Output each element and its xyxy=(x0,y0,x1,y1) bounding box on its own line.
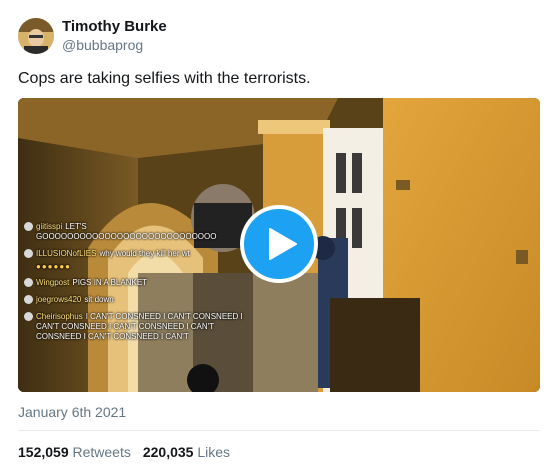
chat-avatar-icon xyxy=(24,312,33,321)
chat-message: ILLUSIONofLIES why would they kill her wt xyxy=(24,249,256,259)
chat-text: PIGS IN A BLANKET xyxy=(72,278,148,287)
chat-text: why would they kill her wt xyxy=(99,249,190,258)
chat-text: sit down xyxy=(84,295,114,304)
tweet-stats: 152,059 Retweets 220,035 Likes xyxy=(18,444,242,460)
chat-message: joegrows420 sit down xyxy=(24,295,256,305)
retweets-label: Retweets xyxy=(72,444,131,460)
play-icon xyxy=(269,228,297,260)
chat-text: LET'S GOOOOOOOOOOOOOOOOOOOOOOOOOOOO xyxy=(36,222,217,241)
author-name[interactable]: Timothy Burke xyxy=(62,18,167,36)
tweet-text: Cops are taking selfies with the terrori… xyxy=(18,70,311,87)
chat-message: giitisspi LET'S GOOOOOOOOOOOOOOOOOOOOOOOO… xyxy=(24,222,256,242)
chat-username: ILLUSIONofLIES xyxy=(36,249,97,258)
likes-stat[interactable]: 220,035 Likes xyxy=(143,444,230,460)
chat-username: Wingpost xyxy=(36,278,70,287)
video-player[interactable]: giitisspi LET'S GOOOOOOOOOOOOOOOOOOOOOOOO… xyxy=(18,98,540,392)
tweet-card: Timothy Burke @bubbaprog Cops are taking… xyxy=(0,0,558,473)
play-button[interactable] xyxy=(240,205,318,283)
retweets-count: 152,059 xyxy=(18,444,73,460)
chat-username: giitisspi xyxy=(36,222,63,231)
chat-avatar-icon xyxy=(24,295,33,304)
chat-username: joegrows420 xyxy=(36,295,82,304)
stream-chat-overlay: giitisspi LET'S GOOOOOOOOOOOOOOOOOOOOOOOO… xyxy=(24,222,256,349)
tweet-date[interactable]: January 6th 2021 xyxy=(18,404,126,420)
chat-message: Wingpost PIGS IN A BLANKET xyxy=(24,278,256,288)
divider xyxy=(18,430,540,431)
avatar[interactable] xyxy=(18,18,54,54)
author-handle[interactable]: @bubbaprog xyxy=(62,37,143,53)
emoji-row: ●●●●●● xyxy=(36,262,71,271)
chat-message: Cheirisophus I CAN'T CONSNEED I CAN'T CON… xyxy=(24,312,256,342)
likes-count: 220,035 xyxy=(142,444,198,460)
likes-label: Likes xyxy=(197,444,231,460)
chat-avatar-icon xyxy=(24,278,33,287)
retweets-stat[interactable]: 152,059 Retweets xyxy=(18,444,131,460)
chat-avatar-icon xyxy=(24,249,33,258)
chat-username: Cheirisophus xyxy=(36,312,83,321)
chat-avatar-icon xyxy=(24,222,33,231)
